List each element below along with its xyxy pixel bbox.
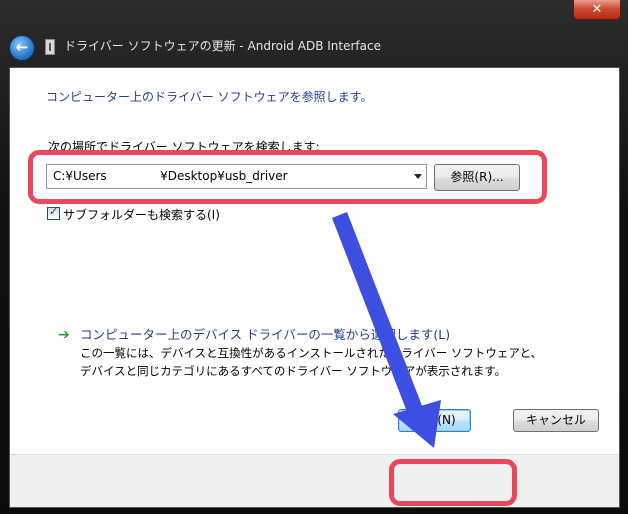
green-arrow-icon: ➔ (58, 327, 70, 343)
driver-path-combobox[interactable]: C:¥Users ¥Desktop¥usb_driver (46, 164, 427, 189)
back-button[interactable]: ← (9, 35, 35, 61)
back-arrow-icon: ← (15, 38, 29, 56)
close-icon: ✕ (591, 2, 603, 17)
driver-update-window: ✕ ← ドライバー ソフトウェアの更新 - Android ADB Interf… (0, 0, 628, 514)
close-button[interactable]: ✕ (573, 0, 621, 20)
browse-button[interactable]: 参照(R)... (434, 164, 520, 191)
dropdown-arrow-icon[interactable] (414, 174, 422, 179)
wizard-content: コンピューター上のドライバー ソフトウェアを参照します。 次の場所でドライバー … (9, 67, 620, 508)
footer-bar (10, 455, 619, 507)
cancel-button[interactable]: キャンセル (513, 409, 599, 432)
pick-from-list-description: この一覧には、デバイスと互換性があるインストールされたドライバー ソフトウェアと… (80, 346, 543, 378)
checkmark-icon: ✓ (49, 205, 59, 218)
search-location-label: 次の場所でドライバー ソフトウェアを検索します: (48, 140, 320, 154)
next-button[interactable]: 次へ(N) (398, 409, 471, 432)
driver-path-value: C:¥Users ¥Desktop¥usb_driver (53, 169, 288, 183)
device-icon (45, 39, 55, 55)
pick-from-list-link[interactable]: コンピューター上のデバイス ドライバーの一覧から選択します(L) (80, 324, 450, 343)
title-bar: ✕ ← ドライバー ソフトウェアの更新 - Android ADB Interf… (0, 0, 628, 66)
page-heading: コンピューター上のドライバー ソフトウェアを参照します。 (46, 90, 373, 104)
window-title: ドライバー ソフトウェアの更新 - Android ADB Interface (64, 39, 381, 53)
include-subfolders-label: サブフォルダーも検索する(I) (63, 208, 220, 222)
checkbox-box[interactable]: ✓ (47, 205, 60, 220)
